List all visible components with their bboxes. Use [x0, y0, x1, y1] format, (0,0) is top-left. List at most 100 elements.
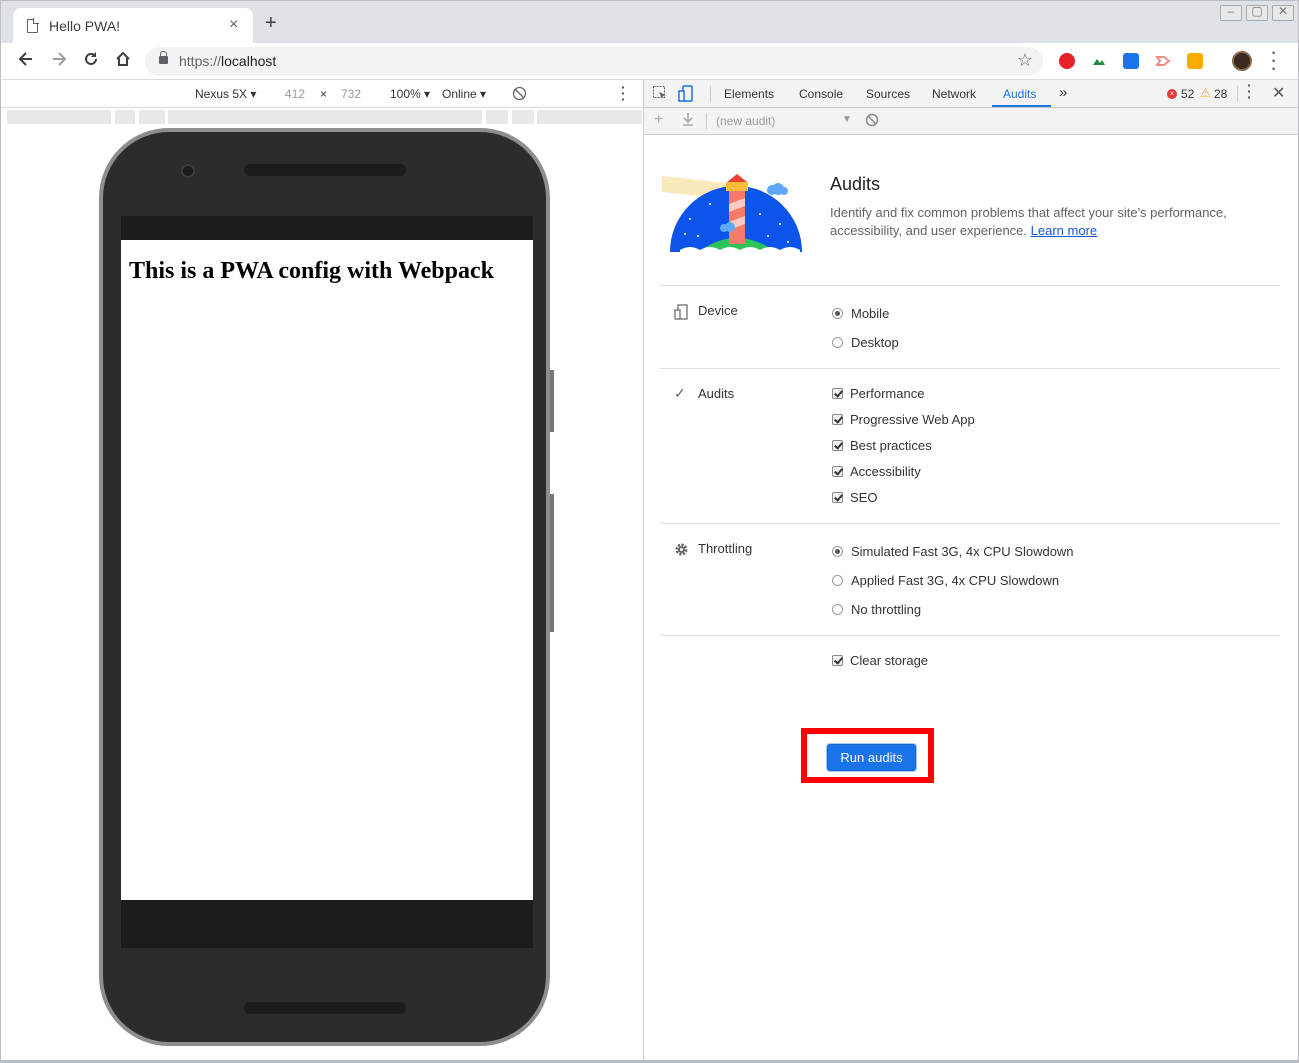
phone-speaker-bottom [244, 1002, 406, 1014]
learn-more-link[interactable]: Learn more [1031, 223, 1097, 238]
radio[interactable] [832, 337, 843, 348]
more-tabs-icon[interactable]: » [1059, 84, 1067, 101]
error-icon[interactable]: × [1167, 89, 1177, 99]
profile-avatar[interactable] [1232, 51, 1252, 71]
highlight-box: Run audits [801, 728, 934, 783]
checkbox[interactable] [832, 655, 843, 666]
new-tab-button[interactable]: + [265, 13, 277, 33]
throttling-applied[interactable]: Applied Fast 3G, 4x CPU Slowdown [832, 573, 1059, 588]
phone-status-bar [121, 216, 533, 240]
height-input[interactable]: 732 [341, 87, 361, 101]
browser-toolbar: https://localhost ☆ · · · [0, 43, 1299, 80]
home-icon [116, 51, 130, 66]
devtools-panel: Elements Console Sources Network Audits … [644, 78, 1299, 1063]
category-seo[interactable]: SEO [832, 490, 877, 505]
width-input[interactable]: 412 [285, 87, 305, 101]
home-button[interactable] [112, 50, 134, 72]
device-toggle-icon[interactable] [678, 85, 696, 103]
reload-button[interactable] [80, 50, 102, 72]
tab-audits[interactable]: Audits [1003, 87, 1036, 101]
device-option-mobile[interactable]: Mobile [832, 306, 889, 321]
forward-button[interactable] [48, 50, 70, 72]
radio[interactable] [832, 575, 843, 586]
device-select[interactable]: Nexus 5X ▾ [195, 87, 256, 101]
throttling-label: Throttling [698, 541, 753, 556]
reload-icon [85, 52, 97, 65]
gear-icon [674, 542, 689, 560]
throttling-simulated[interactable]: Simulated Fast 3G, 4x CPU Slowdown [832, 544, 1074, 559]
address-bar[interactable]: https://localhost ☆ [145, 47, 1043, 76]
adblock-extension-icon[interactable] [1059, 53, 1075, 69]
run-audits-button[interactable]: Run audits [827, 744, 916, 771]
category-pwa[interactable]: Progressive Web App [832, 412, 975, 427]
bookmark-star-icon[interactable]: ☆ [1017, 50, 1033, 71]
audit-report-select[interactable]: (new audit) ▼ [716, 114, 852, 128]
active-tab-indicator [992, 105, 1051, 107]
device-label: Device [698, 303, 738, 318]
phone-viewport: This is a PWA config with Webpack [121, 240, 533, 900]
url-text: https://localhost [179, 53, 277, 69]
tab-console[interactable]: Console [799, 87, 843, 101]
inspect-element-icon[interactable] [652, 85, 670, 103]
device-emulation-area: Nexus 5X ▾ 412 × 732 100% ▾ Online ▾ · · ·… [0, 80, 644, 1063]
arrow-left-icon [18, 52, 32, 66]
zoom-select[interactable]: 100% ▾ [390, 87, 430, 101]
phone-frame: This is a PWA config with Webpack [99, 128, 554, 1046]
throttling-none[interactable]: No throttling [832, 602, 921, 617]
error-count[interactable]: 52 [1181, 87, 1194, 101]
document-icon [27, 18, 39, 33]
category-best-practices[interactable]: Best practices [832, 438, 932, 453]
page-heading: This is a PWA config with Webpack [129, 258, 494, 284]
audits-description: Identify and fix common problems that af… [830, 205, 1227, 238]
checkmark-icon: ✓ [674, 385, 686, 401]
clear-storage-checkbox[interactable]: Clear storage [832, 653, 928, 668]
add-audit-icon[interactable]: + [654, 111, 663, 129]
close-devtools-icon[interactable]: ✕ [1272, 83, 1285, 103]
green-extension-icon[interactable] [1091, 53, 1107, 69]
tab-network[interactable]: Network [932, 87, 976, 101]
checkbox[interactable] [832, 440, 843, 451]
phone-nav-bar [121, 900, 533, 948]
phone-button [550, 494, 554, 632]
device-more-icon[interactable]: · · · [621, 80, 626, 106]
download-icon[interactable] [682, 112, 694, 129]
device-option-desktop[interactable]: Desktop [832, 335, 899, 350]
checkbox[interactable] [832, 492, 843, 503]
checkbox[interactable] [832, 388, 843, 399]
radio[interactable] [832, 546, 843, 557]
browser-tab[interactable]: Hello PWA! × [13, 8, 253, 44]
yellow-extension-icon[interactable] [1187, 53, 1203, 69]
tab-sources[interactable]: Sources [866, 87, 910, 101]
browser-menu-icon[interactable]: · · · [1267, 46, 1281, 78]
maximize-button[interactable]: ▢ [1246, 4, 1268, 21]
category-performance[interactable]: Performance [832, 386, 924, 401]
minimize-button[interactable]: – [1220, 4, 1242, 21]
audits-toolbar: + (new audit) ▼ [644, 108, 1298, 135]
category-accessibility[interactable]: Accessibility [832, 464, 921, 479]
checkbox[interactable] [832, 414, 843, 425]
media-query-ruler[interactable] [7, 110, 642, 124]
lock-icon [159, 51, 168, 64]
clear-audits-icon[interactable] [865, 113, 879, 130]
network-select[interactable]: Online ▾ [442, 87, 486, 101]
audits-title: Audits [830, 174, 881, 194]
tab-close-icon[interactable]: × [229, 16, 238, 34]
blue-extension-icon[interactable] [1123, 53, 1139, 69]
radio[interactable] [832, 604, 843, 615]
lighthouse-logo [662, 174, 802, 254]
phone-speaker [244, 164, 406, 176]
audits-label: Audits [698, 386, 735, 401]
rotate-icon[interactable] [512, 86, 527, 104]
checkbox[interactable] [832, 466, 843, 477]
close-window-button[interactable]: ✕ [1272, 4, 1294, 21]
devtools-menu-icon[interactable]: · · · [1247, 78, 1252, 104]
warning-icon[interactable]: ⚠ [1200, 86, 1211, 100]
phone-button [550, 370, 554, 432]
pink-extension-icon[interactable] [1155, 53, 1171, 69]
warning-count[interactable]: 28 [1214, 87, 1227, 101]
devtools-tab-bar: Elements Console Sources Network Audits … [644, 78, 1298, 108]
tab-elements[interactable]: Elements [724, 87, 774, 101]
back-button[interactable] [15, 50, 37, 72]
radio[interactable] [832, 308, 843, 319]
tab-strip: Hello PWA! × + – ▢ ✕ [0, 0, 1299, 44]
